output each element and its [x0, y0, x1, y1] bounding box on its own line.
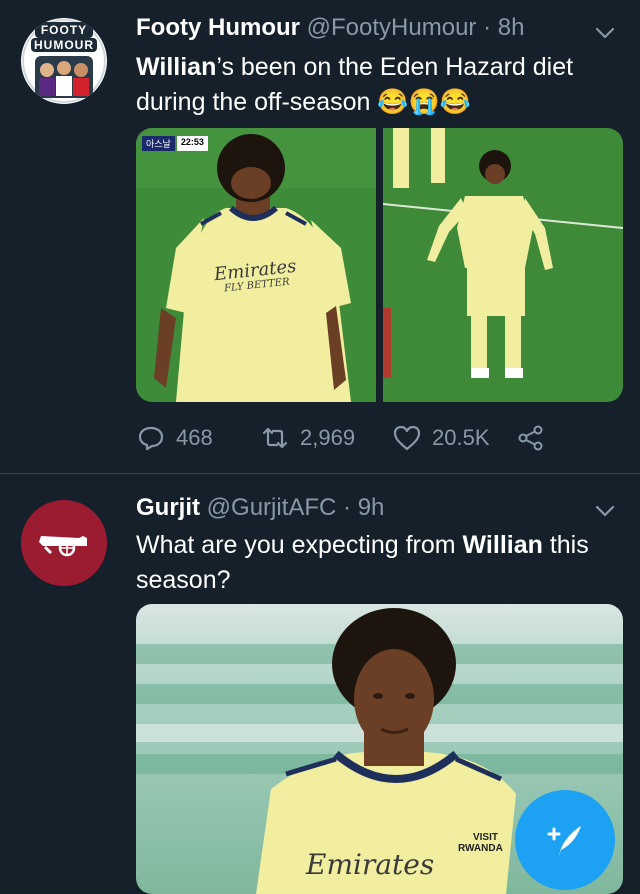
sleeve-sponsor-text: VISIT RWANDA [458, 832, 503, 854]
tweet-text: What are you expecting from Willian this… [136, 528, 626, 598]
media-image-left[interactable]: Emirates FLY BETTER 아스날 22:53 [136, 128, 376, 402]
like-count: 20.5K [432, 425, 490, 450]
display-name[interactable]: Footy Humour [136, 14, 300, 41]
timestamp[interactable]: · 9h [343, 494, 384, 521]
retweet-button[interactable]: 2,969 [260, 420, 355, 456]
avatar-footy-humour[interactable]: FOOTY HUMOUR [21, 18, 107, 104]
share-button[interactable] [516, 420, 546, 456]
broadcast-channel: 아스날 [142, 136, 175, 151]
willian-photo-right [383, 128, 623, 402]
tweet-text: Willian’s been on the Eden Hazard diet d… [136, 50, 626, 120]
compose-tweet-icon [547, 826, 581, 856]
shirt-sponsor-text: Emirates [306, 848, 435, 881]
share-icon [518, 425, 543, 451]
avatar-text-line1: FOOTY [40, 23, 88, 37]
handle[interactable]: @FootyHumour [307, 14, 477, 41]
tweet-text-start: What are you expecting from [136, 531, 463, 559]
avatar-text-line2: HUMOUR [34, 38, 94, 52]
display-name[interactable]: Gurjit [136, 494, 200, 521]
tweet-header: Gurjit @GurjitAFC · 9h [136, 494, 384, 522]
media-image-right[interactable] [383, 128, 623, 402]
chevron-down-icon[interactable] [592, 20, 618, 46]
chevron-down-icon[interactable] [592, 498, 618, 524]
tweet-header: Footy Humour @FootyHumour · 8h [136, 14, 524, 42]
emoji-laughing-crying: 😂😭😂 [377, 88, 471, 116]
timestamp[interactable]: · 8h [483, 14, 524, 41]
reply-button[interactable]: 468 [136, 420, 213, 456]
tweet-actions: 468 2,969 20.5K [136, 420, 596, 456]
reply-count: 468 [176, 425, 213, 450]
broadcast-clock: 22:53 [176, 136, 208, 151]
tweet-footy-humour[interactable]: FOOTY HUMOUR Footy Humour @FootyHumour ·… [0, 0, 640, 473]
tweet-text-bold[interactable]: Willian [463, 531, 543, 559]
retweet-icon [262, 427, 288, 449]
broadcast-overlay: 아스날 22:53 [142, 136, 208, 151]
compose-tweet-button[interactable] [515, 790, 615, 890]
arsenal-cannon-icon [21, 500, 107, 586]
retweet-count: 2,969 [300, 425, 356, 450]
reply-icon [138, 426, 164, 451]
tweet-media[interactable]: Emirates FLY BETTER 아스날 22:53 [136, 128, 623, 402]
heart-icon [393, 425, 421, 451]
avatar-gurjit[interactable] [21, 500, 107, 586]
like-button[interactable]: 20.5K [392, 420, 490, 456]
handle[interactable]: @GurjitAFC [207, 494, 337, 521]
tweet-text-bold[interactable]: Willian [136, 53, 216, 81]
